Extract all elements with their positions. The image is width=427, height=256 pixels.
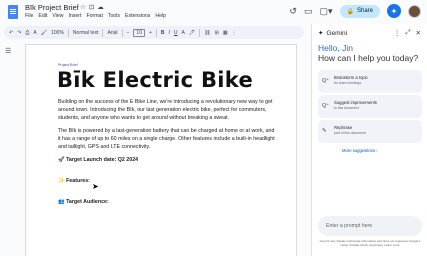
suggestion-rephrase[interactable]: ✎ Rephrase part of this document xyxy=(318,120,422,143)
gemini-star-icon: ✦ xyxy=(390,6,398,16)
close-icon[interactable]: ✕ xyxy=(416,29,421,37)
cloud-status-icon[interactable]: ☁ xyxy=(97,3,104,11)
document-title[interactable]: Bīk Project Brief xyxy=(25,3,79,12)
top-right-controls: ↺ ▭ ▢▾ 🔒 Share ✦ xyxy=(289,4,421,18)
features-heading: ✨ Features: xyxy=(58,178,90,184)
formatting-toolbar: ↶ ↷ ⎙ A 🖌 100% Normal text Arial − 10 + … xyxy=(4,26,304,39)
title-icons: ☆ ⊡ ☁ xyxy=(80,3,104,11)
menu-bar: File Edit View Insert Format Tools Exten… xyxy=(25,13,166,19)
menu-tools[interactable]: Tools xyxy=(108,13,120,19)
bold-icon[interactable]: B xyxy=(161,30,165,36)
star-icon[interactable]: ☆ xyxy=(80,3,86,11)
add-comment-icon[interactable]: ⊞ xyxy=(215,30,219,36)
suggestion-title: Brainstorm a topic xyxy=(334,75,368,80)
avatar[interactable] xyxy=(408,4,421,18)
panel-menu-icon[interactable]: ⋮ xyxy=(394,29,401,37)
document-page[interactable]: Project Brief Bīk Electric Bike Building… xyxy=(25,44,297,256)
brainstorm-icon: Q⁺ xyxy=(322,78,330,84)
page-title: Bīk Electric Bike xyxy=(57,68,254,92)
menu-format[interactable]: Format xyxy=(86,13,102,19)
menu-view[interactable]: View xyxy=(52,13,63,19)
gemini-button[interactable]: ✦ xyxy=(387,4,401,18)
menu-edit[interactable]: Edit xyxy=(38,13,47,19)
more-options-icon[interactable]: ⋮ xyxy=(232,30,237,36)
divider xyxy=(67,28,69,37)
panel-header: ✦ Gemini xyxy=(318,29,348,38)
suggestion-improve[interactable]: Q⁺ Suggest improvements to this document xyxy=(318,95,422,118)
spellcheck-icon[interactable]: A xyxy=(33,30,36,36)
suggestion-subtitle: for team meetings xyxy=(334,81,362,85)
redo-icon[interactable]: ↷ xyxy=(17,30,21,36)
undo-icon[interactable]: ↶ xyxy=(9,30,13,36)
text-color-icon[interactable]: A xyxy=(182,30,185,36)
panel-header-icons: ⋮ ⤢ ✕ xyxy=(394,29,421,37)
suggestion-title: Rephrase xyxy=(334,125,353,130)
docs-logo-icon[interactable] xyxy=(8,5,18,19)
menu-extensions[interactable]: Extensions xyxy=(125,13,150,19)
link-icon[interactable]: ⛓ xyxy=(204,30,210,36)
divider xyxy=(121,28,123,37)
share-label: Share xyxy=(356,8,373,14)
suggestion-subtitle: part of this document xyxy=(334,131,366,135)
suggestion-brainstorm[interactable]: Q⁺ Brainstorm a topic for team meetings xyxy=(318,70,422,93)
move-folder-icon[interactable]: ⊡ xyxy=(89,3,94,11)
menu-file[interactable]: File xyxy=(25,13,33,19)
suggestion-subtitle: to this document xyxy=(334,106,359,110)
divider xyxy=(102,28,104,37)
highlight-icon[interactable]: 🖊 xyxy=(189,30,195,36)
audience-heading: 👥 Target Audience: xyxy=(58,199,109,205)
details-paragraph: The Bīk is powered by a last-generation … xyxy=(58,128,275,150)
greeting: Hello, Jin xyxy=(318,43,353,53)
gemini-icon: ✦ xyxy=(318,30,324,37)
more-suggestions-link[interactable]: More suggestions › xyxy=(342,148,378,153)
docs-window: Bīk Project Brief ☆ ⊡ ☁ File Edit View I… xyxy=(0,0,427,256)
gemini-side-panel: ✦ Gemini ⋮ ⤢ ✕ Hello, Jin How can I help… xyxy=(311,24,427,256)
launch-date-heading: 🚀 Target Launch date: Q2 2024 xyxy=(58,157,139,163)
zoom-select[interactable]: 100% xyxy=(51,30,64,36)
style-select[interactable]: Normal text xyxy=(73,30,99,36)
insert-image-icon[interactable]: ▦ xyxy=(223,30,228,36)
font-size-increase-icon[interactable]: + xyxy=(149,30,152,36)
menu-help[interactable]: Help xyxy=(155,13,166,19)
rephrase-icon: ✎ xyxy=(322,128,327,134)
print-icon[interactable]: ⎙ xyxy=(25,30,29,36)
doc-label: Project Brief xyxy=(58,63,78,67)
italic-icon[interactable]: I xyxy=(169,30,170,36)
prompt-input[interactable]: Enter a prompt here xyxy=(318,216,422,236)
suggestion-title: Suggest improvements xyxy=(334,100,377,105)
outline-icon[interactable]: ☰ xyxy=(5,47,11,55)
divider xyxy=(155,28,157,37)
top-bar: Bīk Project Brief ☆ ⊡ ☁ File Edit View I… xyxy=(0,0,427,24)
disclaimer: Gemini may display inaccurate informatio… xyxy=(319,239,421,247)
help-question: How can I help you today? xyxy=(318,53,419,63)
paint-format-icon[interactable]: 🖌 xyxy=(41,30,47,36)
share-button[interactable]: 🔒 Share xyxy=(339,4,380,18)
history-icon[interactable]: ↺ xyxy=(289,6,297,17)
font-size-decrease-icon[interactable]: − xyxy=(127,30,130,36)
divider xyxy=(199,28,201,37)
meet-icon[interactable]: ▢▾ xyxy=(319,6,332,17)
underline-icon[interactable]: U xyxy=(174,30,178,36)
mouse-cursor-icon: ➤ xyxy=(92,182,99,191)
font-size-field[interactable]: 10 xyxy=(133,28,145,37)
intro-paragraph: Building on the success of the E Bike Li… xyxy=(58,99,273,121)
panel-title: Gemini xyxy=(326,29,348,37)
improve-icon: Q⁺ xyxy=(322,103,330,109)
comments-icon[interactable]: ▭ xyxy=(304,6,313,17)
menu-insert[interactable]: Insert xyxy=(68,13,81,19)
lock-icon: 🔒 xyxy=(346,8,354,15)
expand-icon[interactable]: ⤢ xyxy=(405,29,410,37)
font-select[interactable]: Arial xyxy=(107,30,117,36)
